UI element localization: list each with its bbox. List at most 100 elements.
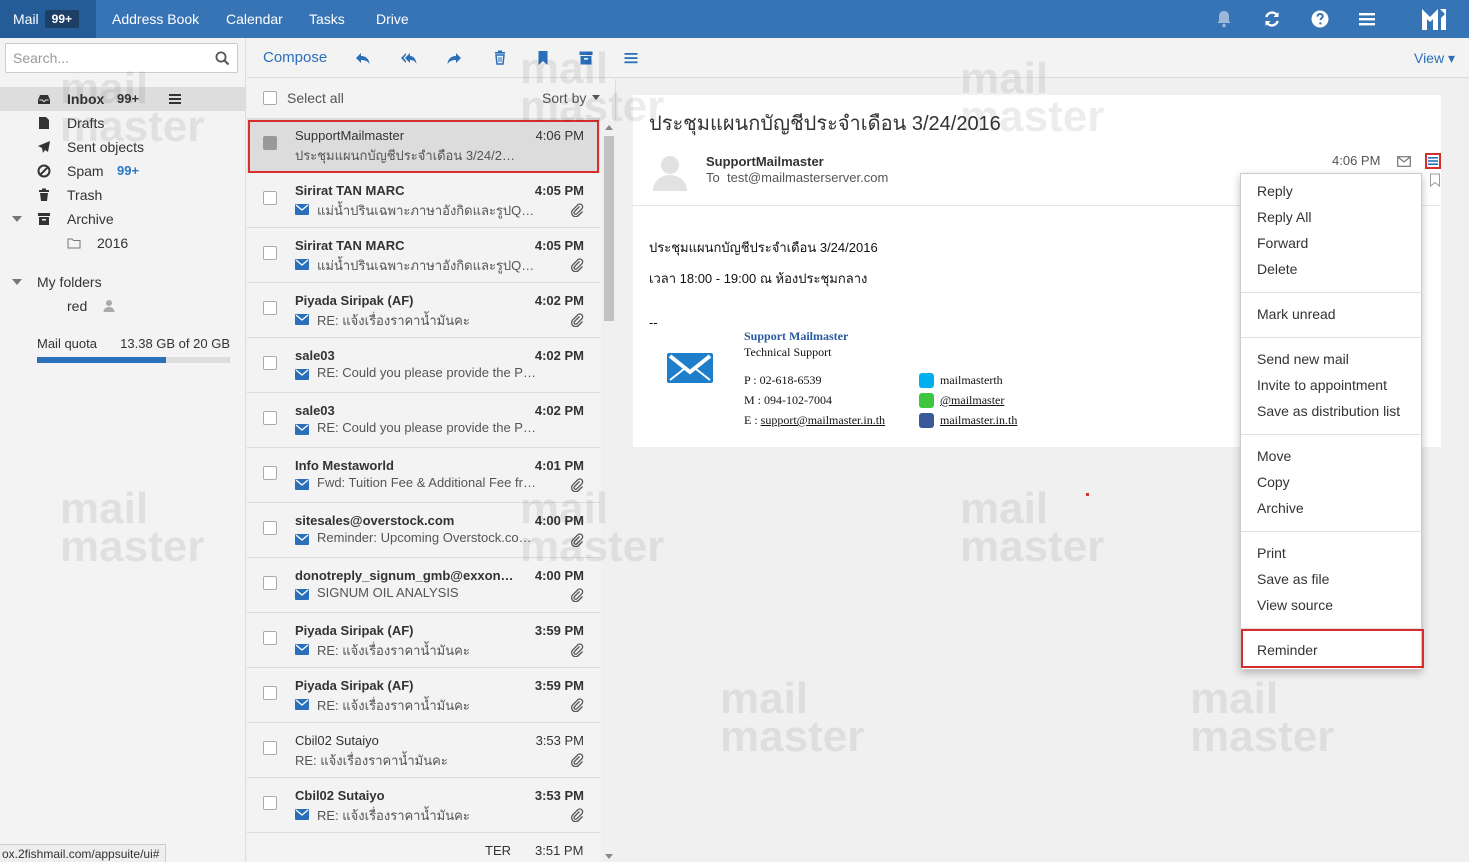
reply-all-icon[interactable] xyxy=(401,50,417,66)
message-row[interactable]: donotreply_signum_gmb@exxonmobil.com 4:00… xyxy=(247,558,600,613)
menu-send-new-mail[interactable]: Send new mail xyxy=(1257,351,1349,367)
mail-recipient[interactable]: test@mailmasterserver.com xyxy=(727,170,888,185)
message-checkbox[interactable] xyxy=(263,246,277,260)
folder-inbox-count: 99+ xyxy=(117,91,140,106)
signature-facebook-link[interactable]: mailmaster.in.th xyxy=(940,413,1017,427)
menu-reply-all[interactable]: Reply All xyxy=(1257,209,1311,225)
menu-copy[interactable]: Copy xyxy=(1257,474,1290,490)
delete-icon[interactable] xyxy=(492,50,508,66)
envelope-icon[interactable] xyxy=(1397,156,1411,167)
select-all-label[interactable]: Select all xyxy=(287,90,344,106)
message-checkbox[interactable] xyxy=(263,136,277,150)
mail-sender[interactable]: SupportMailmaster xyxy=(706,154,824,169)
message-checkbox[interactable] xyxy=(263,631,277,645)
folder-archive[interactable]: Archive xyxy=(0,207,246,231)
folder-drafts[interactable]: Drafts xyxy=(0,111,246,135)
menu-icon[interactable] xyxy=(1357,9,1377,29)
menu-reminder[interactable]: Reminder xyxy=(1257,642,1318,658)
signature-line-link[interactable]: @mailmaster xyxy=(940,393,1004,407)
message-row[interactable]: sale03 4:02 PM RE: Could you please provid… xyxy=(247,338,600,393)
folder-menu-icon[interactable] xyxy=(168,92,182,106)
menu-save-distribution-list[interactable]: Save as distribution list xyxy=(1257,403,1400,419)
folder-spam[interactable]: Spam 99+ xyxy=(0,159,246,183)
message-checkbox[interactable] xyxy=(263,741,277,755)
folder-trash[interactable]: Trash xyxy=(0,183,246,207)
message-time: 3:59 PM xyxy=(534,678,584,693)
menu-view-source[interactable]: View source xyxy=(1257,597,1333,613)
sort-by-dropdown[interactable]: Sort by xyxy=(542,90,600,106)
partial-row-time: 3:51 PM xyxy=(535,843,584,858)
paperclip-icon xyxy=(570,643,584,657)
scrollbar-thumb[interactable] xyxy=(604,136,614,321)
message-row[interactable]: Cbil02 Sutaiyo 3:53 PM RE: แจ้งเรื่องราคาน… xyxy=(247,723,600,778)
message-checkbox[interactable] xyxy=(263,796,277,810)
menu-delete[interactable]: Delete xyxy=(1257,261,1297,277)
collapse-caret-icon[interactable] xyxy=(12,216,22,222)
bell-icon[interactable] xyxy=(1214,9,1234,29)
menu-print[interactable]: Print xyxy=(1257,545,1286,561)
refresh-icon[interactable] xyxy=(1262,9,1282,29)
app-mail[interactable]: Mail 99+ xyxy=(0,0,96,38)
message-checkbox[interactable] xyxy=(263,521,277,535)
help-icon[interactable] xyxy=(1310,9,1330,29)
mail-actions-menu-icon[interactable] xyxy=(1425,153,1441,169)
message-row[interactable]: SupportMailmaster 4:06 PM ประชุมแผนกบัญชีป… xyxy=(247,118,600,173)
line-icon xyxy=(919,393,934,408)
scroll-down-icon[interactable] xyxy=(605,854,613,859)
reply-icon[interactable] xyxy=(355,50,371,66)
signature-email-link[interactable]: support@mailmaster.in.th xyxy=(761,413,885,427)
folder-sent[interactable]: Sent objects xyxy=(0,135,246,159)
search-icon[interactable] xyxy=(215,51,230,66)
forward-icon[interactable] xyxy=(446,50,462,66)
message-checkbox[interactable] xyxy=(263,411,277,425)
mailmaster-logo-icon[interactable] xyxy=(1420,6,1448,32)
search-input[interactable] xyxy=(6,44,206,72)
bookmark-icon[interactable] xyxy=(1429,173,1441,187)
app-calendar[interactable]: Calendar xyxy=(226,0,283,38)
menu-archive[interactable]: Archive xyxy=(1257,500,1304,516)
message-row[interactable]: sale03 4:02 PM RE: Could you please provid… xyxy=(247,393,600,448)
select-all-checkbox[interactable] xyxy=(263,91,277,105)
archive-icon[interactable] xyxy=(578,50,594,66)
folder-archive-2016[interactable]: 2016 xyxy=(0,231,246,255)
scroll-up-icon[interactable] xyxy=(605,125,613,130)
message-row[interactable]: sitesales@overstock.com 4:00 PM Reminder: … xyxy=(247,503,600,558)
message-checkbox[interactable] xyxy=(263,686,277,700)
menu-forward[interactable]: Forward xyxy=(1257,235,1308,251)
menu-move[interactable]: Move xyxy=(1257,448,1291,464)
quota-label: Mail quota xyxy=(37,336,97,351)
my-folders-header[interactable]: My folders xyxy=(0,270,246,294)
message-time: 3:53 PM xyxy=(535,733,584,748)
message-row[interactable]: Sirirat TAN MARC 4:05 PM แม่น้ำปรินเฉพาะภา… xyxy=(247,173,600,228)
message-checkbox[interactable] xyxy=(263,301,277,315)
menu-invite-appointment[interactable]: Invite to appointment xyxy=(1257,377,1387,393)
more-menu-icon[interactable] xyxy=(623,50,639,66)
message-row[interactable]: Piyada Siripak (AF) 4:02 PM RE: แจ้งเรื่อง… xyxy=(247,283,600,338)
view-dropdown[interactable]: View ▾ xyxy=(1414,50,1455,67)
message-checkbox[interactable] xyxy=(263,191,277,205)
message-checkbox[interactable] xyxy=(263,356,277,370)
folder-red[interactable]: red xyxy=(0,294,246,318)
menu-mark-unread[interactable]: Mark unread xyxy=(1257,306,1336,322)
message-subject: RE: แจ้งเรื่องราคาน้ำมันคะ xyxy=(317,808,470,823)
message-checkbox[interactable] xyxy=(263,576,277,590)
bookmark-icon[interactable] xyxy=(535,50,551,66)
app-tasks[interactable]: Tasks xyxy=(309,0,345,38)
list-scrollbar[interactable] xyxy=(601,120,616,862)
folder-inbox[interactable]: Inbox 99+ xyxy=(0,87,246,111)
menu-save-as-file[interactable]: Save as file xyxy=(1257,571,1329,587)
app-address-book[interactable]: Address Book xyxy=(112,0,199,38)
message-row[interactable]: Sirirat TAN MARC 4:05 PM แม่น้ำปรินเฉพาะภา… xyxy=(247,228,600,283)
message-row[interactable]: Cbil02 Sutaiyo 3:53 PM RE: แจ้งเรื่องราคาน… xyxy=(247,778,600,833)
message-checkbox[interactable] xyxy=(263,466,277,480)
paperclip-icon xyxy=(570,203,584,217)
menu-reply[interactable]: Reply xyxy=(1257,183,1293,199)
message-row[interactable]: Info Mestaworld 4:01 PM Fwd: Tuition Fee &… xyxy=(247,448,600,503)
paperclip-icon xyxy=(570,588,584,602)
envelope-icon xyxy=(295,479,309,490)
message-row[interactable]: Piyada Siripak (AF) 3:59 PM RE: แจ้งเรื่อง… xyxy=(247,613,600,668)
message-row[interactable]: Piyada Siripak (AF) 3:59 PM RE: แจ้งเรื่อง… xyxy=(247,668,600,723)
collapse-caret-icon[interactable] xyxy=(12,279,22,285)
app-drive[interactable]: Drive xyxy=(376,0,409,38)
compose-button[interactable]: Compose xyxy=(263,49,327,66)
